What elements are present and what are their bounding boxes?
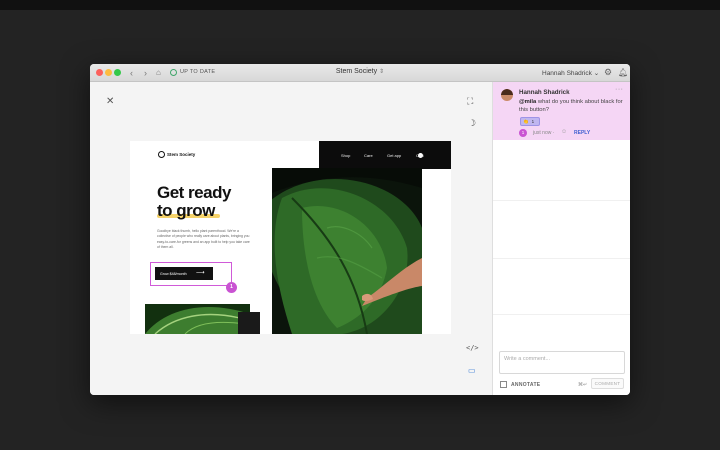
sync-status-text: UP TO DATE — [180, 69, 216, 75]
divider — [493, 200, 630, 201]
comment-mention[interactable]: @mila — [519, 99, 536, 105]
annotation-selection-box[interactable] — [150, 262, 232, 286]
document-title: Stem Society — [335, 68, 378, 75]
avatar-hair — [501, 89, 513, 95]
sort-caret-icon: ⇕ — [379, 69, 385, 75]
design-mockup[interactable]: Shop Care Get app Cart Stem Society Get … — [130, 141, 451, 334]
code-icon[interactable]: </> — [466, 344, 479, 352]
comment-timestamp: just now · — [533, 130, 555, 136]
divider — [493, 258, 630, 259]
document-title-menu[interactable]: Stem Society ⇕ — [320, 68, 400, 75]
annotation-badge[interactable]: 1 — [226, 282, 237, 293]
mock-headline-1: Get ready — [157, 183, 231, 202]
leaf-photo — [272, 168, 422, 334]
comment-index-badge: 1 — [519, 129, 527, 137]
dark-block — [238, 312, 260, 334]
gear-icon[interactable]: ⚙ — [604, 67, 612, 78]
home-icon[interactable]: ⌂ — [156, 67, 161, 79]
clap-emoji-icon: 👏 — [523, 119, 529, 124]
comment-input-placeholder: Write a comment... — [504, 356, 551, 362]
preview-canvas: ✕ ⛶ ☽ </> ▭ Shop Care Get app Cart Stem … — [90, 82, 492, 395]
zoom-window-button[interactable] — [114, 69, 121, 76]
desktop-top-strip — [0, 0, 720, 10]
reply-button[interactable]: REPLY — [574, 130, 590, 136]
moon-icon[interactable]: ☽ — [468, 118, 476, 129]
comments-sidebar: Hannah Shadrick ··· @mila what do you th… — [492, 82, 630, 395]
more-options-icon[interactable]: ··· — [615, 86, 624, 93]
chevron-down-icon: ⌄ — [593, 70, 600, 77]
annotate-checkbox[interactable] — [500, 381, 507, 388]
user-menu[interactable]: Hannah Shadrick ⌄ — [542, 69, 599, 77]
mock-nav-cart: Cart — [416, 153, 424, 158]
comment-input[interactable]: Write a comment... — [499, 351, 625, 374]
back-icon[interactable]: ‹ — [130, 67, 133, 79]
annotate-label[interactable]: ANNOTATE — [511, 382, 540, 388]
mock-logo-text: Stem Society — [167, 152, 196, 157]
keyboard-shortcut-hint: ⌘↵ — [578, 382, 588, 388]
minimize-window-button[interactable] — [105, 69, 112, 76]
leaf-photo-small — [145, 304, 250, 334]
close-window-button[interactable] — [96, 69, 103, 76]
bell-icon[interactable]: 🔔︎ — [618, 68, 628, 77]
sync-status-icon — [170, 69, 177, 76]
forward-icon[interactable]: › — [144, 67, 147, 79]
divider — [493, 314, 630, 315]
comment-card[interactable]: Hannah Shadrick ··· @mila what do you th… — [493, 82, 630, 140]
comment-author: Hannah Shadrick — [519, 89, 570, 96]
title-bar: ‹ › ⌂ UP TO DATE Stem Society ⇕ Hannah Sh… — [90, 64, 630, 82]
leaf-photo-graphic — [272, 168, 422, 334]
avatar — [501, 89, 513, 101]
mock-body-text: Goodbye black thumb, hello plant parenth… — [157, 229, 250, 249]
fullscreen-icon[interactable]: ⛶ — [467, 96, 473, 107]
add-reaction-icon[interactable]: ☺ — [561, 129, 567, 135]
close-icon[interactable]: ✕ — [106, 96, 114, 107]
reaction-chip[interactable]: 👏 1 — [520, 117, 540, 126]
mock-nav-shop: Shop — [341, 153, 351, 158]
comment-body: @mila what do you think about black for … — [519, 98, 627, 114]
comment-mode-icon[interactable]: ▭ — [468, 366, 476, 375]
comment-submit-button[interactable]: COMMENT — [591, 378, 624, 389]
mock-headline-2: to grow — [157, 201, 215, 220]
mock-nav-bar: Shop Care Get app Cart — [319, 141, 451, 169]
mock-nav-care: Care — [364, 153, 373, 158]
mock-nav-get-app: Get app — [387, 153, 402, 158]
reaction-count: 1 — [531, 119, 535, 124]
leaf-logo-icon — [158, 151, 165, 158]
user-name: Hannah Shadrick — [542, 70, 592, 77]
app-window: ‹ › ⌂ UP TO DATE Stem Society ⇕ Hannah Sh… — [90, 64, 630, 395]
leaf-photo-small-graphic — [145, 304, 250, 334]
